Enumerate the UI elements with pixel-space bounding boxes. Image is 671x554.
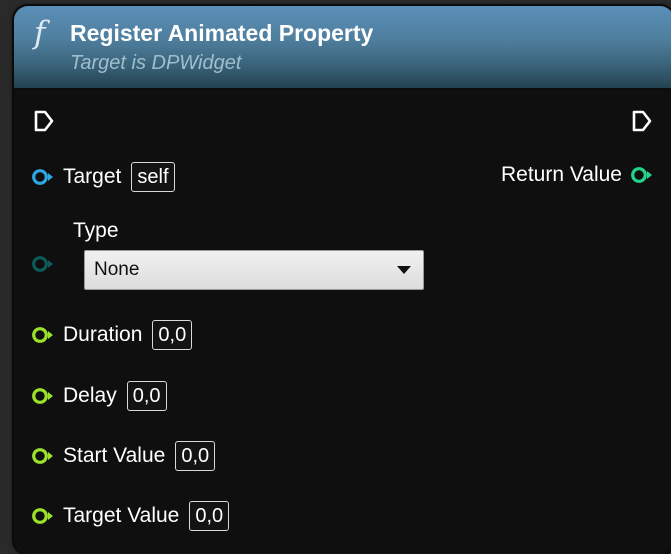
duration-value-field[interactable]: 0,0 bbox=[152, 320, 193, 350]
pin-row-duration: Duration 0,0 bbox=[31, 318, 193, 352]
function-f-icon: f bbox=[34, 15, 46, 51]
chevron-down-icon bbox=[397, 266, 411, 274]
float-pin-icon[interactable] bbox=[31, 446, 55, 466]
return-value-label: Return Value bbox=[500, 163, 622, 186]
type-dropdown[interactable]: None bbox=[84, 250, 424, 290]
blueprint-node[interactable]: f Register Animated Property Target is D… bbox=[14, 6, 671, 554]
start-value-field[interactable]: 0,0 bbox=[175, 441, 216, 471]
exec-out-pin-icon[interactable] bbox=[631, 109, 653, 133]
node-title: Register Animated Property bbox=[70, 20, 374, 46]
exec-in-pin-icon[interactable] bbox=[33, 109, 55, 133]
return-value-pin-icon[interactable] bbox=[630, 165, 654, 185]
float-pin-icon[interactable] bbox=[31, 506, 55, 526]
float-pin-icon[interactable] bbox=[31, 386, 55, 406]
delay-label: Delay bbox=[63, 384, 117, 407]
pin-row-delay: Delay 0,0 bbox=[31, 379, 167, 413]
pin-row-target-value: Target Value 0,0 bbox=[31, 499, 230, 533]
target-value-value-field[interactable]: 0,0 bbox=[189, 501, 230, 531]
target-value-label: Target Value bbox=[63, 504, 180, 527]
float-pin-icon[interactable] bbox=[31, 325, 55, 345]
type-label: Type bbox=[73, 219, 119, 242]
type-dropdown-value: None bbox=[94, 259, 140, 280]
pin-row-return-value: Return Value bbox=[501, 158, 654, 192]
node-subtitle: Target is DPWidget bbox=[70, 52, 242, 74]
duration-label: Duration bbox=[63, 323, 143, 346]
pin-row-start-value: Start Value 0,0 bbox=[31, 439, 216, 473]
enum-pin-icon[interactable] bbox=[31, 254, 55, 274]
target-label: Target bbox=[63, 165, 122, 188]
node-header[interactable]: f Register Animated Property Target is D… bbox=[14, 6, 671, 89]
pin-row-target: Target self bbox=[31, 160, 175, 194]
object-pin-icon[interactable] bbox=[31, 167, 55, 187]
start-value-label: Start Value bbox=[63, 444, 166, 467]
delay-value-field[interactable]: 0,0 bbox=[126, 381, 167, 411]
target-value-field[interactable]: self bbox=[131, 162, 175, 192]
